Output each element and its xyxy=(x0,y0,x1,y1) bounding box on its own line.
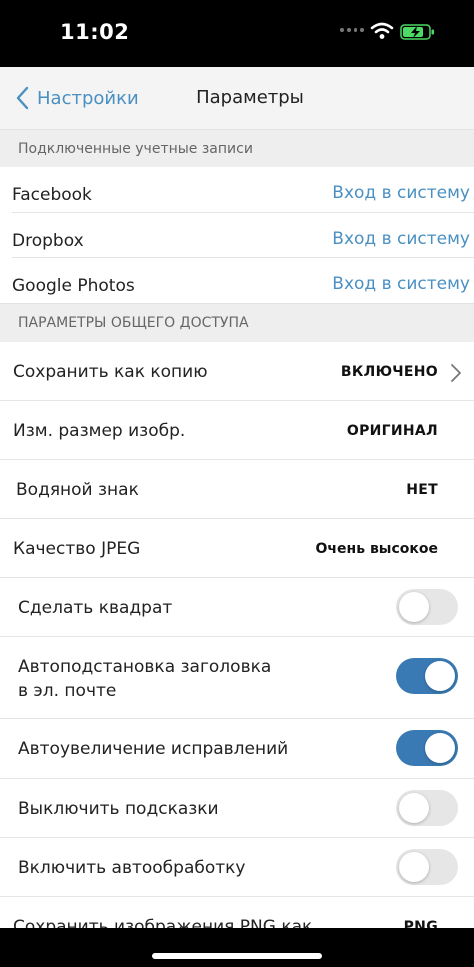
toggle-knob xyxy=(399,793,429,823)
account-name: Dropbox xyxy=(12,231,84,251)
resize-label: Изм. размер изобр. xyxy=(13,421,186,441)
signal-dots-icon xyxy=(340,28,364,34)
disable-hints-toggle[interactable] xyxy=(396,790,458,826)
account-row-dropbox[interactable]: Dropbox Вход в систему xyxy=(12,213,474,258)
status-time: 11:02 xyxy=(60,20,130,44)
home-indicator-bar xyxy=(0,928,474,967)
auto-zoom-row: Автоувеличение исправлений xyxy=(0,719,474,779)
auto-subject-toggle[interactable] xyxy=(396,658,458,694)
watermark-label: Водяной знак xyxy=(16,480,139,500)
page-title: Параметры xyxy=(196,87,304,108)
login-link-dropbox[interactable]: Вход в систему xyxy=(332,229,470,249)
auto-process-toggle[interactable] xyxy=(396,849,458,885)
jpeg-quality-row[interactable]: Качество JPEG Очень высокое xyxy=(0,519,474,578)
account-name: Facebook xyxy=(12,185,92,205)
make-square-toggle[interactable] xyxy=(396,589,458,625)
auto-process-label: Включить автообработку xyxy=(18,858,246,878)
resize-row[interactable]: Изм. размер изобр. ОРИГИНАЛ xyxy=(0,401,474,460)
status-bar: 11:02 xyxy=(0,0,474,67)
section-header-accounts: Подключенные учетные записи xyxy=(0,129,474,167)
wifi-icon xyxy=(370,22,394,39)
watermark-value: НЕТ xyxy=(406,482,438,498)
make-square-label: Сделать квадрат xyxy=(18,598,173,618)
jpeg-quality-value: Очень высокое xyxy=(315,541,438,557)
auto-subject-label-line2: в эл. почте xyxy=(18,681,117,701)
toggle-knob xyxy=(425,733,455,763)
toggle-knob xyxy=(399,592,429,622)
battery-charging-icon xyxy=(400,24,434,40)
disable-hints-row: Выключить подсказки xyxy=(0,779,474,838)
login-link-google-photos[interactable]: Вход в систему xyxy=(332,274,470,294)
resize-value: ОРИГИНАЛ xyxy=(346,423,438,439)
disable-hints-label: Выключить подсказки xyxy=(18,799,219,819)
auto-process-row: Включить автообработку xyxy=(0,838,474,897)
account-row-google-photos[interactable]: Google Photos Вход в систему xyxy=(12,258,474,303)
save-copy-row[interactable]: Сохранить как копию ВКЛЮЧЕНО xyxy=(0,342,474,401)
auto-zoom-toggle[interactable] xyxy=(396,730,458,766)
account-name: Google Photos xyxy=(12,276,135,296)
home-indicator[interactable] xyxy=(152,953,322,959)
toggle-knob xyxy=(425,661,455,691)
auto-subject-label-line1: Автоподстановка заголовка xyxy=(18,657,272,677)
login-link-facebook[interactable]: Вход в систему xyxy=(332,183,470,203)
jpeg-quality-label: Качество JPEG xyxy=(13,539,141,559)
auto-zoom-label: Автоувеличение исправлений xyxy=(18,739,289,759)
make-square-row: Сделать квадрат xyxy=(0,578,474,637)
toggle-knob xyxy=(399,852,429,882)
chevron-right-icon xyxy=(451,364,461,382)
auto-subject-row: Автоподстановка заголовка в эл. почте xyxy=(0,637,474,719)
save-copy-value: ВКЛЮЧЕНО xyxy=(340,364,438,380)
save-copy-label: Сохранить как копию xyxy=(13,362,208,382)
section-header-sharing: ПАРАМЕТРЫ ОБЩЕГО ДОСТУПА xyxy=(0,303,474,342)
navigation-bar: Настройки Параметры xyxy=(0,67,474,129)
account-row-facebook[interactable]: Facebook Вход в систему xyxy=(12,167,474,213)
watermark-row[interactable]: Водяной знак НЕТ xyxy=(0,460,474,519)
